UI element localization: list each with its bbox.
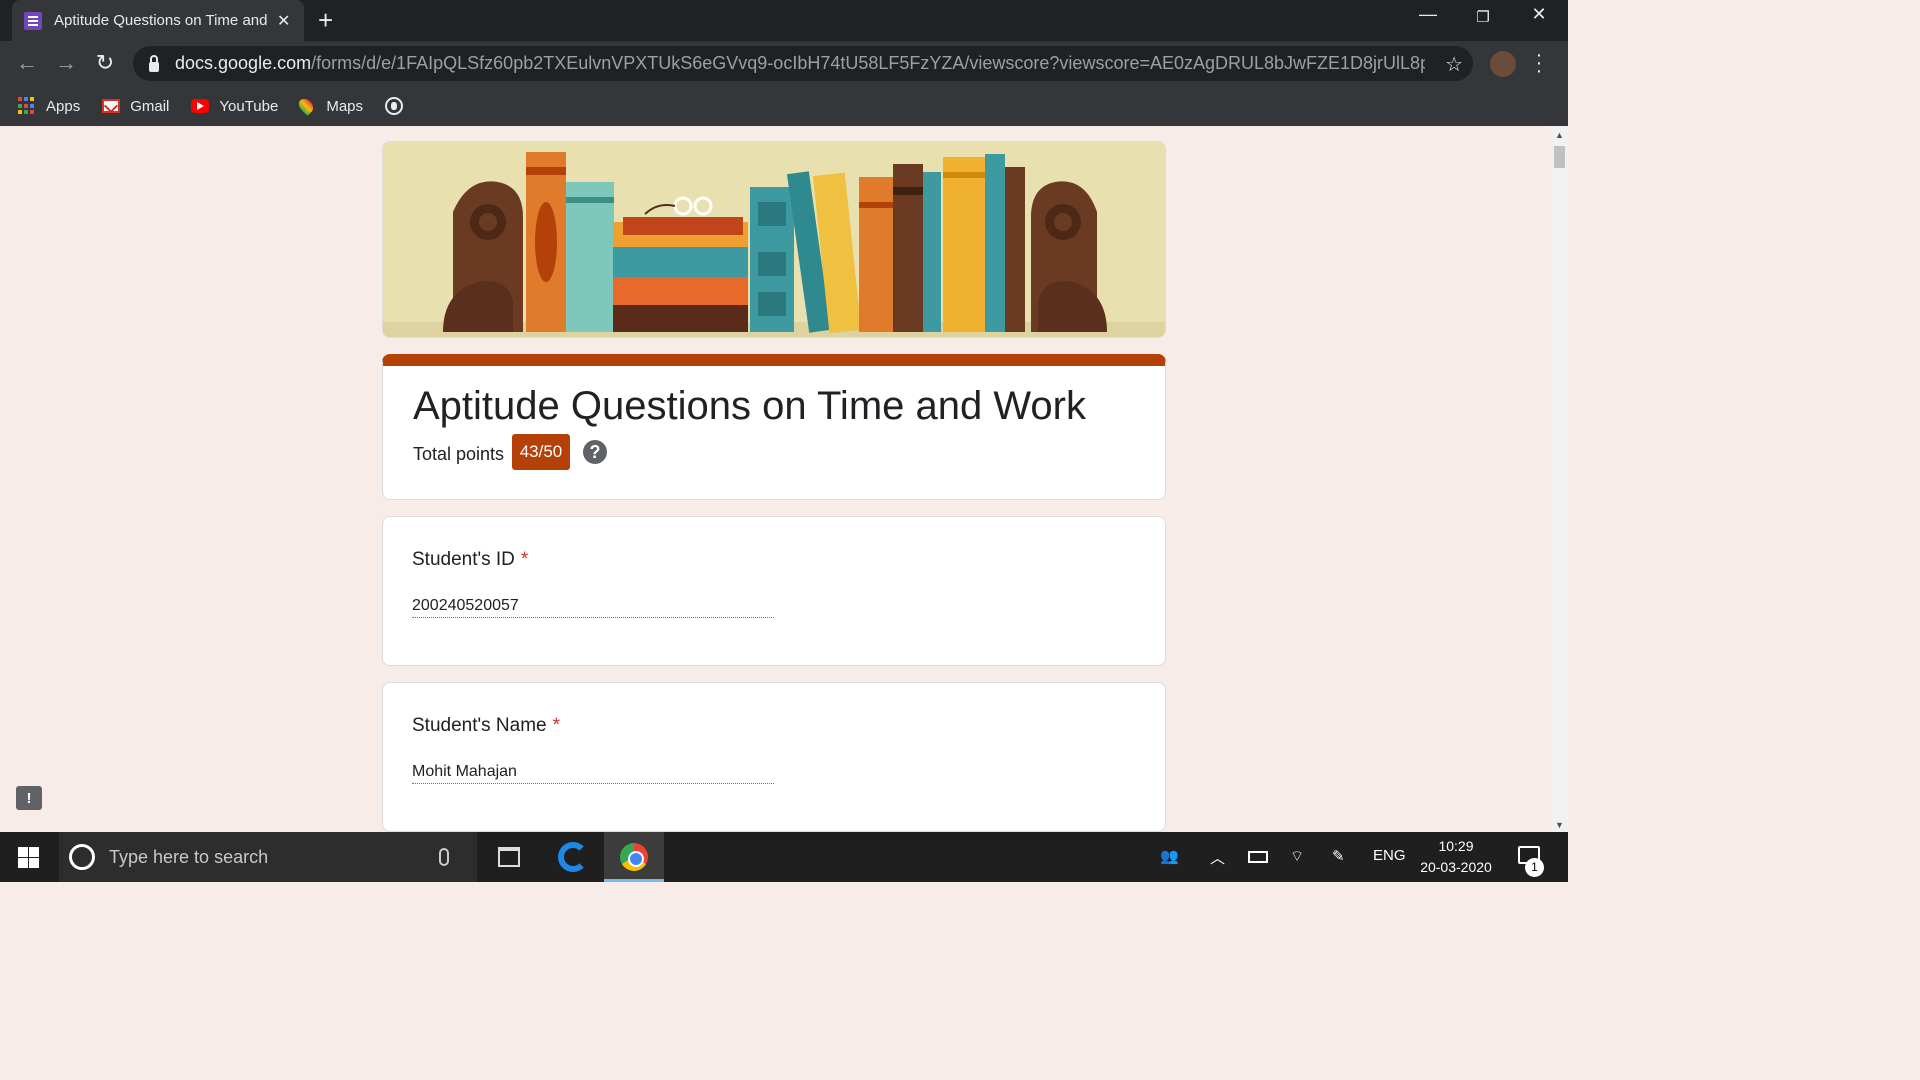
chrome-icon (620, 843, 648, 871)
apps-icon (18, 97, 36, 115)
forward-button[interactable]: → (51, 50, 81, 76)
score-badge: 43/50 (512, 434, 570, 470)
chrome-taskbar-button[interactable] (604, 832, 664, 882)
page-scrollbar[interactable]: ▲ ▼ (1551, 126, 1568, 832)
close-tab-icon[interactable]: ✕ (277, 11, 290, 31)
microphone-icon[interactable] (439, 848, 449, 866)
question-card-student-name: Student's Name * Mohit Mahajan (382, 682, 1166, 832)
bookmark-maps[interactable]: Maps (296, 96, 364, 116)
report-feedback-icon[interactable]: ! (16, 786, 42, 810)
bookmark-star-icon[interactable]: ☆ (1445, 52, 1463, 77)
bookmark-label: Gmail (130, 97, 170, 115)
system-clock[interactable]: 10:29 20-03-2020 (1410, 836, 1502, 878)
windows-start-icon[interactable] (18, 847, 39, 868)
profile-avatar[interactable] (1490, 51, 1516, 77)
google-forms-icon (24, 11, 42, 30)
task-view-icon[interactable] (498, 847, 520, 867)
close-window-button[interactable]: ✕ (1524, 4, 1554, 25)
clock-time: 10:29 (1438, 838, 1474, 854)
taskbar-search-box[interactable]: Type here to search (59, 832, 477, 882)
minimize-button[interactable]: — (1413, 4, 1443, 25)
notification-count-badge: 1 (1525, 858, 1544, 877)
globe-icon (385, 97, 404, 115)
bookmarks-bar: Apps Gmail YouTube Maps (0, 86, 1568, 126)
scrollbar-thumb[interactable] (1554, 146, 1565, 168)
total-points-label: Total points (413, 444, 505, 464)
question-label: Student's ID * (412, 549, 529, 570)
form-header-image (382, 141, 1166, 338)
toolbar: ← → ↻ docs.google.com/forms/d/e/1FAIpQLS… (0, 41, 1568, 86)
form-title-card: Aptitude Questions on Time and Work Tota… (382, 354, 1166, 500)
browser-tab[interactable]: Aptitude Questions on Time and Work ✕ (12, 0, 304, 41)
bookmark-web[interactable] (385, 97, 404, 115)
wifi-icon[interactable]: ⌔ (1290, 847, 1304, 866)
student-name-answer: Mohit Mahajan (412, 763, 774, 784)
clock-date: 20-03-2020 (1420, 859, 1492, 875)
taskbar-search-placeholder: Type here to search (109, 846, 269, 867)
battery-icon[interactable] (1248, 851, 1268, 863)
people-icon[interactable]: 👥 (1160, 847, 1179, 865)
back-button[interactable]: ← (12, 50, 42, 76)
required-asterisk: * (552, 715, 560, 736)
youtube-icon (191, 99, 210, 113)
edge-browser-icon[interactable] (558, 842, 588, 872)
maps-icon (296, 96, 317, 116)
required-asterisk: * (520, 549, 529, 570)
cortana-icon[interactable] (69, 844, 95, 870)
language-indicator[interactable]: ENG (1373, 847, 1406, 864)
bookmark-label: Maps (326, 97, 364, 115)
bookmark-apps[interactable]: Apps (18, 97, 80, 115)
scroll-up-arrow-icon[interactable]: ▲ (1555, 130, 1564, 140)
scroll-down-arrow-icon[interactable]: ▼ (1555, 820, 1564, 830)
help-icon[interactable]: ? (583, 440, 607, 464)
browser-tab-strip: Aptitude Questions on Time and Work ✕ + … (0, 0, 1568, 41)
windows-taskbar: Type here to search 👥 ︿ ⌔ ✎ ENG 10:29 20… (0, 832, 1568, 882)
bookmark-label: YouTube (219, 97, 279, 115)
gmail-icon (102, 99, 121, 113)
lock-icon[interactable] (149, 54, 159, 72)
student-id-answer: 200240520057 (412, 597, 774, 618)
restore-button[interactable]: ❐ (1468, 8, 1498, 26)
form-title: Aptitude Questions on Time and Work (413, 384, 1086, 428)
pen-icon[interactable]: ✎ (1332, 847, 1345, 865)
bookmark-label: Apps (46, 97, 81, 115)
question-card-student-id: Student's ID * 200240520057 (382, 516, 1166, 666)
new-tab-button[interactable]: + (318, 7, 333, 33)
tab-title: Aptitude Questions on Time and Work (54, 12, 269, 29)
reload-button[interactable]: ↻ (90, 50, 120, 76)
page-viewport: Aptitude Questions on Time and Work Tota… (0, 126, 1568, 832)
show-hidden-icons-chevron-icon[interactable]: ︿ (1210, 847, 1225, 868)
question-label: Student's Name * (412, 715, 560, 736)
bookmark-gmail[interactable]: Gmail (102, 98, 169, 115)
bookmark-youtube[interactable]: YouTube (191, 98, 278, 115)
url-text[interactable]: docs.google.com/forms/d/e/1FAIpQLSfz60pb… (175, 53, 1425, 74)
browser-menu-icon[interactable]: · · · (1532, 45, 1546, 81)
address-bar[interactable]: docs.google.com/forms/d/e/1FAIpQLSfz60pb… (133, 46, 1473, 81)
